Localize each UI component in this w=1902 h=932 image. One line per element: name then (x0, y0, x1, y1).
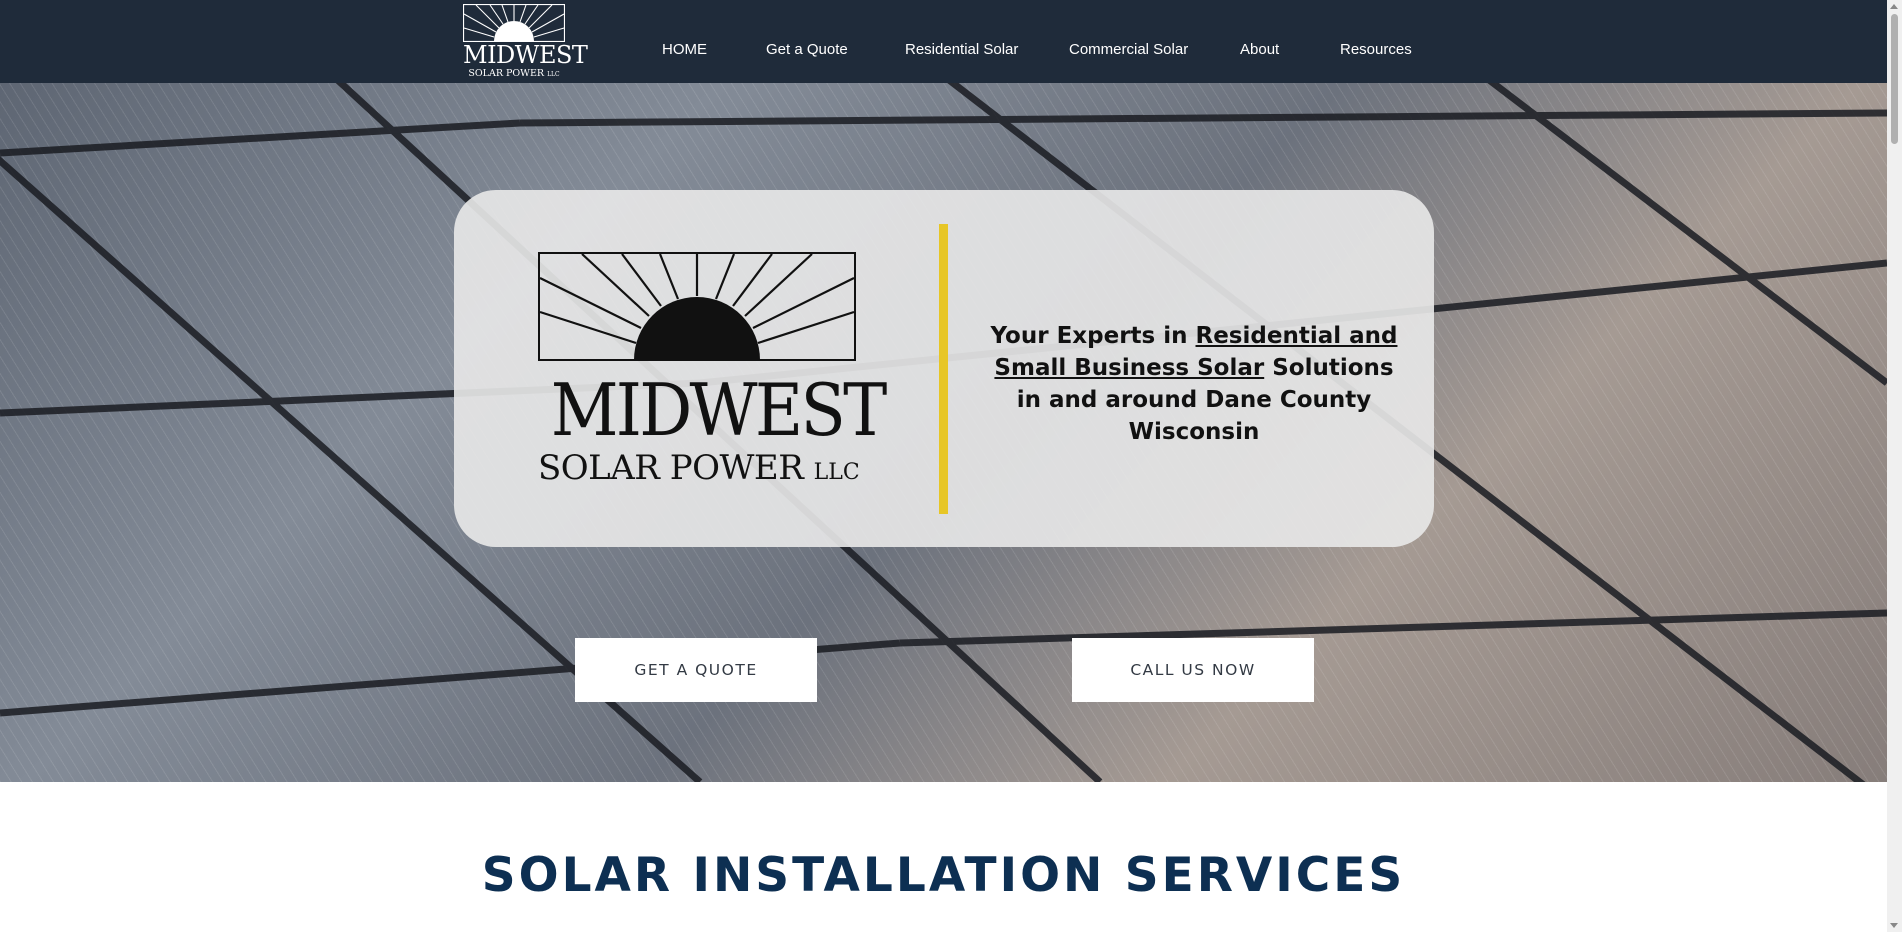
scroll-down-icon[interactable] (1890, 923, 1898, 928)
accent-divider (939, 224, 948, 514)
hero-logo: MIDWEST SOLAR POWER LLC (538, 252, 888, 486)
tagline-prefix: Your Experts in (990, 323, 1196, 349)
nav-about[interactable]: About (1240, 40, 1279, 60)
site-logo[interactable]: MIDWEST SOLAR POWER LLC (463, 4, 588, 80)
hero-logo-subtitle: SOLAR POWER LLC (538, 448, 860, 491)
nav-home[interactable]: HOME (662, 40, 707, 60)
get-a-quote-button[interactable]: GET A QUOTE (575, 638, 817, 702)
scrollbar-thumb[interactable] (1891, 14, 1898, 144)
sunrise-logo-icon (463, 4, 565, 42)
logo-wordmark: MIDWEST (463, 41, 588, 69)
call-us-now-button[interactable]: CALL US NOW (1072, 638, 1314, 702)
site-header: MIDWEST SOLAR POWER LLC HOME Get a Quote… (0, 0, 1887, 83)
nav-residential-solar[interactable]: Residential Solar (905, 40, 1018, 60)
hero-card: MIDWEST SOLAR POWER LLC Your Experts in … (454, 190, 1434, 547)
hero-logo-subtitle-text: SOLAR POWER (538, 448, 804, 488)
hero-tagline: Your Experts in Residential and Small Bu… (984, 320, 1404, 448)
logo-suffix: LLC (547, 71, 560, 78)
hero-logo-suffix: LLC (813, 460, 860, 485)
nav-commercial-solar[interactable]: Commercial Solar (1069, 40, 1188, 60)
nav-get-a-quote[interactable]: Get a Quote (766, 40, 848, 60)
section-title: SOLAR INSTALLATION SERVICES (481, 848, 1406, 903)
sunrise-logo-icon (538, 252, 856, 361)
logo-subtitle: SOLAR POWER LLC (463, 68, 565, 80)
logo-subtitle-text: SOLAR POWER (468, 68, 545, 79)
hero-section: MIDWEST SOLAR POWER LLC Your Experts in … (0, 83, 1887, 782)
page-scrollbar[interactable] (1887, 0, 1902, 932)
nav-resources[interactable]: Resources (1340, 40, 1412, 60)
hero-logo-wordmark: MIDWEST (550, 368, 888, 452)
scroll-up-icon[interactable] (1890, 4, 1898, 9)
